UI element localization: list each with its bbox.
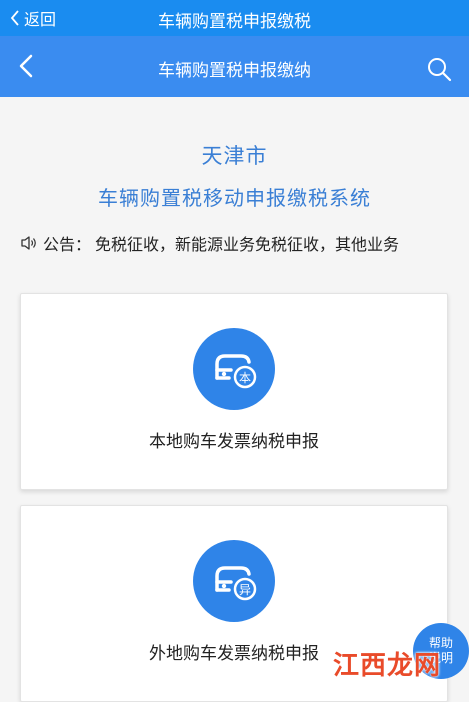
status-back-button[interactable]: 返回 bbox=[10, 7, 56, 29]
search-icon[interactable] bbox=[426, 56, 452, 82]
chevron-left-icon bbox=[10, 10, 19, 26]
nav-bar: 车辆购置税申报缴纳 bbox=[0, 36, 469, 97]
notice-label: 公告： bbox=[43, 235, 92, 254]
chevron-left-icon[interactable] bbox=[14, 53, 40, 79]
help-label-line1: 帮助 bbox=[428, 636, 453, 650]
status-back-label: 返回 bbox=[24, 10, 57, 29]
card-badge-text: 异 bbox=[239, 583, 251, 597]
city-heading: 天津市 bbox=[201, 144, 268, 168]
card-label: 外地购车发票纳税申报 bbox=[149, 644, 319, 664]
status-bar-title: 车辆购置税申报缴税 bbox=[158, 12, 311, 32]
other-region-purchase-declaration-card[interactable]: 异 外地购车发票纳税申报 bbox=[20, 505, 448, 702]
help-label-line2: 说明 bbox=[428, 651, 453, 665]
page-title: 车辆购置税申报缴纳 bbox=[158, 61, 311, 81]
car-local-icon: 本 bbox=[193, 328, 275, 410]
help-button[interactable]: 帮助 说明 bbox=[413, 623, 469, 679]
system-name-heading: 车辆购置税移动申报缴税系统 bbox=[98, 186, 371, 210]
local-purchase-declaration-card[interactable]: 本 本地购车发票纳税申报 bbox=[20, 293, 448, 490]
card-badge-text: 本 bbox=[239, 371, 251, 385]
notice-bar[interactable]: 公告： 免税征收，新能源业务免税征收，其他业务 bbox=[20, 231, 438, 255]
speaker-icon bbox=[21, 236, 36, 250]
car-other-icon: 异 bbox=[193, 540, 275, 622]
status-bar: 返回 车辆购置税申报缴税 bbox=[0, 0, 469, 36]
notice-marquee-text: 免税征收，新能源业务免税征收，其他业务 bbox=[95, 235, 400, 254]
card-label: 本地购车发票纳税申报 bbox=[149, 432, 319, 452]
